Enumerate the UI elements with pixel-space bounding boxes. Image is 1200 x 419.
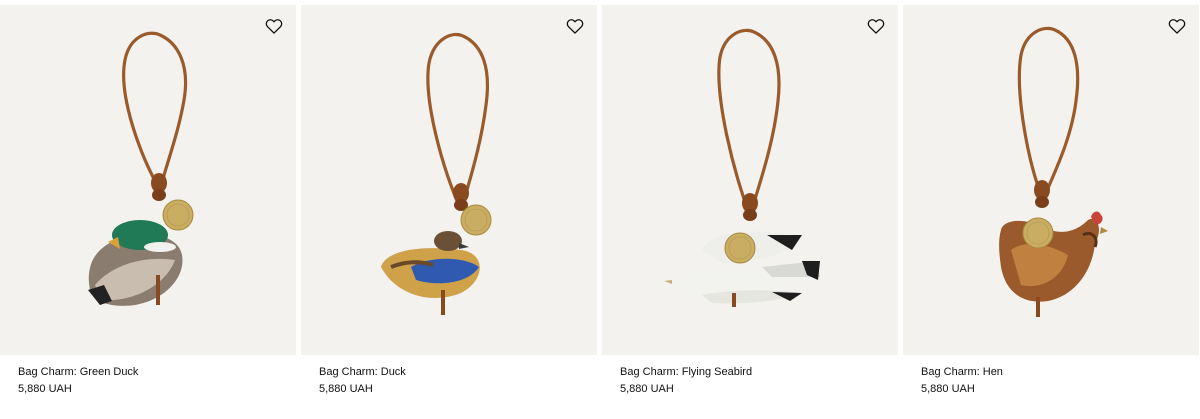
flying-seabird-charm-image [664,28,820,307]
product-price: 5,880 UAH [319,383,373,395]
wishlist-button[interactable] [1167,16,1187,36]
product-image[interactable] [301,5,597,355]
product-image[interactable] [903,5,1199,355]
product-price: 5,880 UAH [921,383,975,395]
hen-charm-image [999,26,1108,317]
product-card-duck[interactable]: Bag Charm: Duck 5,880 UAH [301,0,597,419]
heart-outline-icon [265,19,283,34]
product-card-hen[interactable]: Bag Charm: Hen 5,880 UAH [903,0,1199,419]
wishlist-button[interactable] [565,16,585,36]
product-image[interactable] [0,5,296,355]
product-name[interactable]: Bag Charm: Green Duck [18,366,138,379]
product-card-green-duck[interactable]: Bag Charm: Green Duck 5,880 UAH [0,0,296,419]
wishlist-button[interactable] [264,16,284,36]
heart-outline-icon [566,19,584,34]
product-price: 5,880 UAH [18,383,72,395]
green-duck-charm-image [88,31,194,306]
product-image[interactable] [602,5,898,355]
product-price: 5,880 UAH [620,383,674,395]
heart-outline-icon [867,19,885,34]
product-name[interactable]: Bag Charm: Duck [319,366,406,379]
product-name[interactable]: Bag Charm: Hen [921,366,1003,379]
duck-charm-image [381,32,492,315]
product-grid: Bag Charm: Green Duck 5,880 UAH Bag Char… [0,0,1200,419]
product-name[interactable]: Bag Charm: Flying Seabird [620,366,752,379]
product-card-flying-seabird[interactable]: Bag Charm: Flying Seabird 5,880 UAH [602,0,898,419]
wishlist-button[interactable] [866,16,886,36]
heart-outline-icon [1168,19,1186,34]
